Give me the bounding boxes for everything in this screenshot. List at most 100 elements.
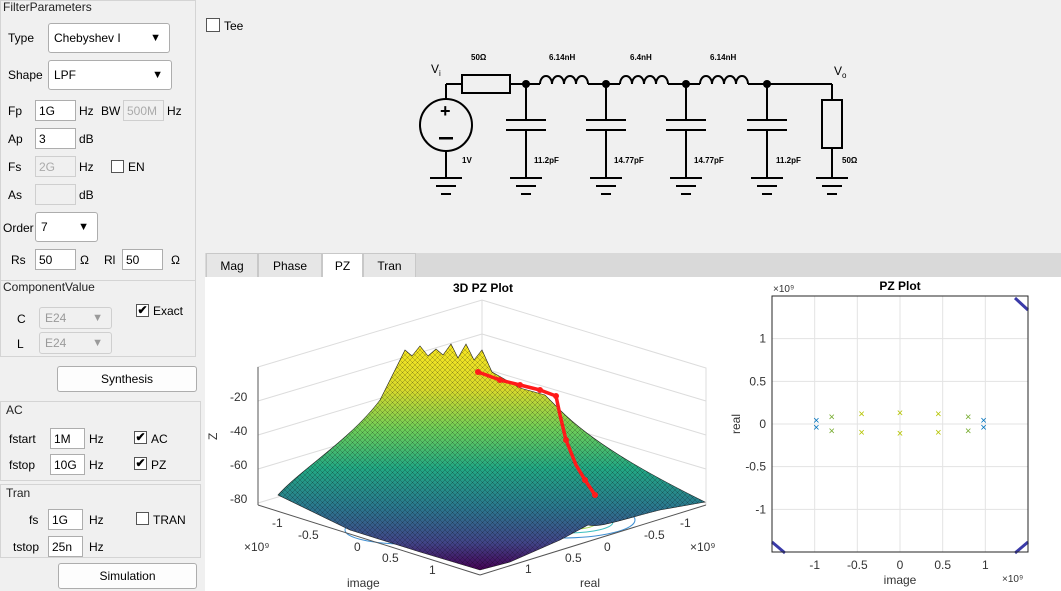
tab-mag[interactable]: Mag xyxy=(206,253,258,277)
pole-marker: × xyxy=(935,408,941,420)
panel-title: AC xyxy=(6,403,23,417)
rs-label: Rs xyxy=(11,253,26,267)
y-tick-label: -0.5 xyxy=(745,460,766,474)
l-series-dropdown[interactable]: E24 ▼ xyxy=(39,332,112,354)
fstop-label: fstop xyxy=(9,458,36,472)
fstart-input[interactable]: 1M xyxy=(50,428,85,449)
as-label: As xyxy=(8,188,23,202)
plot3d-title: 3D PZ Plot xyxy=(453,281,513,295)
pz-check-label: PZ xyxy=(151,458,167,472)
type-value: Chebyshev I xyxy=(54,31,121,45)
y-axis-label: real xyxy=(580,576,600,590)
ac-check-label: AC xyxy=(151,432,168,446)
l-label: L xyxy=(17,337,24,351)
y-tick: -0.5 xyxy=(644,528,665,542)
tee-checkbox[interactable] xyxy=(206,18,220,32)
ac-checkbox[interactable]: ✔ xyxy=(134,431,147,444)
c1-value: 11.2pF xyxy=(534,156,559,165)
order-value: 7 xyxy=(41,220,48,234)
x-tick: 0.5 xyxy=(382,551,399,565)
rs-unit: Ω xyxy=(80,253,89,267)
fp-label: Fp xyxy=(8,104,23,118)
x-tick-label: -0.5 xyxy=(847,558,868,572)
chart-title: PZ Plot xyxy=(879,279,920,293)
rs-value: 50Ω xyxy=(471,53,487,62)
rl-input[interactable]: 50 xyxy=(122,249,163,270)
y-tick: 0 xyxy=(604,540,611,554)
bw-input[interactable]: 500M xyxy=(123,100,164,121)
x-multiplier: ×10⁹ xyxy=(1002,574,1023,585)
vi-sub: i xyxy=(439,69,441,78)
fstop-input[interactable]: 10G xyxy=(50,454,85,475)
fp-input[interactable]: 1G xyxy=(35,100,76,121)
pz-plot: -1 -0.5 0 0.5 110.50-0.5-1 ×××××××××××××× PZ… xyxy=(729,279,1030,587)
ap-unit: dB xyxy=(79,132,94,146)
c-series-value: E24 xyxy=(45,311,67,325)
tran-check-label: TRAN xyxy=(153,513,186,527)
ap-label: Ap xyxy=(8,132,23,146)
z-tick: -40 xyxy=(230,424,248,438)
c-series-dropdown[interactable]: E24 ▼ xyxy=(39,307,112,329)
fs-unit: Hz xyxy=(79,160,94,174)
tran-checkbox[interactable] xyxy=(136,512,149,525)
y-tick-label: -1 xyxy=(755,502,766,516)
l3-value: 6.14nH xyxy=(710,53,736,62)
fs-label: Fs xyxy=(8,160,22,174)
z-tick: -20 xyxy=(230,390,248,404)
pole-marker: × xyxy=(858,427,864,439)
chevron-down-icon: ▼ xyxy=(152,69,163,81)
rs-input[interactable]: 50 xyxy=(35,249,76,270)
svg-text:Vo: Vo xyxy=(834,64,847,80)
shape-dropdown[interactable]: LPF ▼ xyxy=(48,60,172,90)
pole-marker: × xyxy=(829,412,835,424)
chevron-down-icon: ▼ xyxy=(78,221,89,233)
ap-input[interactable]: 3 xyxy=(35,128,76,149)
panel-title: ComponentValue xyxy=(3,280,95,294)
tstop-input[interactable]: 25n xyxy=(48,536,83,557)
tran-fs-label: fs xyxy=(29,513,39,527)
tab-phase[interactable]: Phase xyxy=(258,253,322,277)
synthesis-button[interactable]: Synthesis xyxy=(57,366,197,392)
y-multiplier: ×10⁹ xyxy=(690,540,716,554)
l-series-value: E24 xyxy=(45,336,67,350)
c3-value: 14.77pF xyxy=(694,156,724,165)
order-label: Order xyxy=(3,221,34,235)
tran-fs-input[interactable]: 1G xyxy=(48,509,83,530)
chevron-down-icon: ▼ xyxy=(92,312,103,324)
exact-checkbox[interactable]: ✔ xyxy=(136,304,149,317)
c2-value: 14.77pF xyxy=(614,156,644,165)
x-tick-label: -1 xyxy=(809,558,820,572)
en-checkbox[interactable] xyxy=(111,160,124,173)
as-input[interactable] xyxy=(35,184,76,205)
tstop-unit: Hz xyxy=(89,540,104,554)
tstop-label: tstop xyxy=(13,540,40,554)
y-tick: 1 xyxy=(525,562,532,576)
svg-text:+: + xyxy=(440,101,451,121)
rl-label: Rl xyxy=(104,253,116,267)
pole-marker: × xyxy=(965,425,971,437)
y-tick-label: 0.5 xyxy=(749,374,766,388)
pole-marker: × xyxy=(897,407,903,419)
tab-tran[interactable]: Tran xyxy=(363,253,416,277)
x-axis-label: image xyxy=(347,576,380,590)
fp-unit: Hz xyxy=(79,104,94,118)
pole-marker: × xyxy=(965,412,971,424)
rl-value: 50Ω xyxy=(842,156,858,165)
order-dropdown[interactable]: 7 ▼ xyxy=(35,212,98,242)
fs-input[interactable]: 2G xyxy=(35,156,76,177)
vi-label: V xyxy=(431,62,439,76)
panel-title: Tran xyxy=(6,486,31,500)
y-tick-label: 0 xyxy=(759,417,766,431)
pz-checkbox[interactable]: ✔ xyxy=(134,457,147,470)
simulation-button[interactable]: Simulation xyxy=(58,563,197,589)
tab-pz[interactable]: PZ xyxy=(322,253,363,278)
vo-sub: o xyxy=(842,71,847,80)
panel-title: FilterParameters xyxy=(3,0,92,14)
l1-value: 6.14nH xyxy=(549,53,575,62)
c-label: C xyxy=(17,312,26,326)
x-tick-label: 1 xyxy=(982,558,989,572)
pole-marker: × xyxy=(829,425,835,437)
type-label: Type xyxy=(8,31,35,45)
type-dropdown[interactable]: Chebyshev I ▼ xyxy=(48,23,170,53)
source-value: 1V xyxy=(462,156,472,165)
